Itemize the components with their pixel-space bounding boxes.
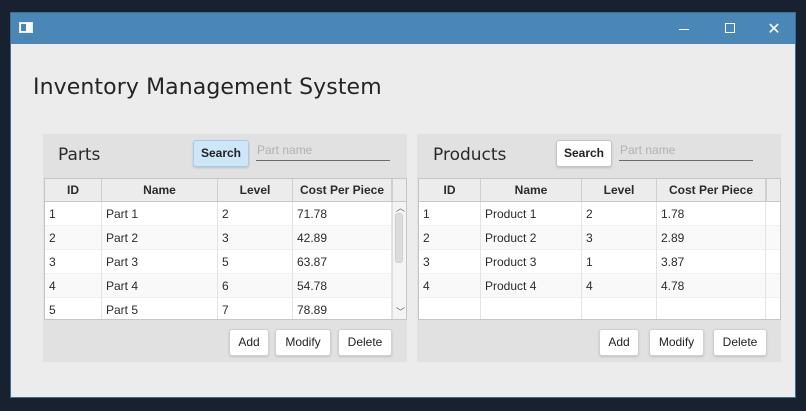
table-cell: Part 1 xyxy=(102,202,218,226)
parts-search-button[interactable]: Search xyxy=(193,140,249,167)
column-header-id[interactable]: ID xyxy=(45,179,102,201)
table-row[interactable]: 1 Part 1 2 71.78 xyxy=(45,202,406,226)
minimize-icon xyxy=(679,29,689,30)
table-cell: Part 2 xyxy=(102,226,218,250)
products-panel: Products Search ID Name Level Cost Per P… xyxy=(417,134,781,362)
scrollbar-thumb[interactable] xyxy=(395,213,403,263)
products-table-header: ID Name Level Cost Per Piece xyxy=(419,179,780,202)
table-cell: Part 3 xyxy=(102,250,218,274)
table-cell xyxy=(481,298,582,319)
column-header-id[interactable]: ID xyxy=(419,179,481,201)
parts-table[interactable]: ID Name Level Cost Per Piece 1 Part 1 2 71.… xyxy=(44,178,407,320)
table-cell xyxy=(657,298,766,319)
table-cell: 6 xyxy=(218,274,293,298)
table-cell: 2.89 xyxy=(657,226,766,250)
table-cell: 1 xyxy=(582,250,657,274)
table-cell: 2 xyxy=(419,226,481,250)
table-cell: Product 1 xyxy=(481,202,582,226)
table-row[interactable]: 4 Product 4 4 4.78 xyxy=(419,274,780,298)
table-cell xyxy=(582,298,657,319)
parts-panel: Parts Search ID Name Level Cost Per Piec… xyxy=(43,134,407,362)
table-cell: 63.87 xyxy=(293,250,392,274)
table-cell: 3 xyxy=(582,226,657,250)
table-cell: 3 xyxy=(419,250,481,274)
scroll-down-icon[interactable]: ﹀ xyxy=(396,308,405,317)
table-row[interactable]: 2 Product 2 3 2.89 xyxy=(419,226,780,250)
main-window: ✕ Inventory Management System Parts Sear… xyxy=(10,12,796,398)
products-modify-button[interactable]: Modify xyxy=(649,329,704,356)
column-header-cost[interactable]: Cost Per Piece xyxy=(293,179,392,201)
table-cell: 4 xyxy=(419,274,481,298)
table-cell: 54.78 xyxy=(293,274,392,298)
table-cell: 2 xyxy=(582,202,657,226)
parts-delete-button[interactable]: Delete xyxy=(338,329,392,356)
parts-table-header: ID Name Level Cost Per Piece xyxy=(45,179,406,202)
table-cell: 4 xyxy=(582,274,657,298)
table-cell: 2 xyxy=(45,226,102,250)
table-cell: 4.78 xyxy=(657,274,766,298)
table-cell: 3 xyxy=(218,226,293,250)
maximize-icon xyxy=(725,23,735,33)
table-cell: 71.78 xyxy=(293,202,392,226)
table-row[interactable]: 1 Product 1 2 1.78 xyxy=(419,202,780,226)
table-cell: 3 xyxy=(45,250,102,274)
table-cell: 4 xyxy=(45,274,102,298)
table-row[interactable]: 5 Part 5 7 78.89 xyxy=(45,298,406,319)
table-cell: Part 5 xyxy=(102,298,218,319)
table-cell: 2 xyxy=(218,202,293,226)
parts-table-scrollbar[interactable]: ︿ ﹀ xyxy=(392,202,406,319)
column-header-level[interactable]: Level xyxy=(218,179,293,201)
column-header-name[interactable]: Name xyxy=(481,179,582,201)
products-delete-button[interactable]: Delete xyxy=(713,329,767,356)
app-window-icon xyxy=(19,22,33,33)
table-cell: 42.89 xyxy=(293,226,392,250)
parts-add-button[interactable]: Add xyxy=(229,329,269,356)
parts-panel-title: Parts xyxy=(58,145,101,165)
table-cell: 1 xyxy=(45,202,102,226)
parts-modify-button[interactable]: Modify xyxy=(275,329,331,356)
table-cell: Product 3 xyxy=(481,250,582,274)
maximize-button[interactable] xyxy=(707,13,753,44)
table-row[interactable]: 2 Part 2 3 42.89 xyxy=(45,226,406,250)
title-bar[interactable]: ✕ xyxy=(11,13,795,44)
column-header-level[interactable]: Level xyxy=(582,179,657,201)
table-row[interactable]: 4 Part 4 6 54.78 xyxy=(45,274,406,298)
table-cell: 78.89 xyxy=(293,298,392,319)
table-cell: 1 xyxy=(419,202,481,226)
close-button[interactable]: ✕ xyxy=(751,13,797,44)
page-title: Inventory Management System xyxy=(33,75,382,100)
table-cell: 5 xyxy=(45,298,102,319)
table-row[interactable] xyxy=(419,298,780,319)
products-panel-title: Products xyxy=(433,145,507,165)
column-header-filler xyxy=(392,179,406,201)
table-cell: 7 xyxy=(218,298,293,319)
products-table[interactable]: ID Name Level Cost Per Piece 1 Product 12… xyxy=(418,178,781,320)
table-cell: 3.87 xyxy=(657,250,766,274)
table-row[interactable]: 3 Part 3 5 63.87 xyxy=(45,250,406,274)
table-cell: Product 2 xyxy=(481,226,582,250)
column-header-name[interactable]: Name xyxy=(102,179,218,201)
products-add-button[interactable]: Add xyxy=(599,329,639,356)
minimize-button[interactable] xyxy=(661,13,707,44)
table-cell: 5 xyxy=(218,250,293,274)
products-search-input[interactable] xyxy=(619,139,753,161)
column-header-cost[interactable]: Cost Per Piece xyxy=(657,179,766,201)
close-icon: ✕ xyxy=(767,19,781,38)
parts-search-input[interactable] xyxy=(256,139,390,161)
column-header-filler xyxy=(766,179,780,201)
table-cell: Part 4 xyxy=(102,274,218,298)
table-cell: 1.78 xyxy=(657,202,766,226)
table-row[interactable]: 3 Product 3 1 3.87 xyxy=(419,250,780,274)
table-cell xyxy=(419,298,481,319)
scroll-up-icon[interactable]: ︿ xyxy=(396,204,405,213)
table-cell: Product 4 xyxy=(481,274,582,298)
products-search-button[interactable]: Search xyxy=(556,140,612,167)
